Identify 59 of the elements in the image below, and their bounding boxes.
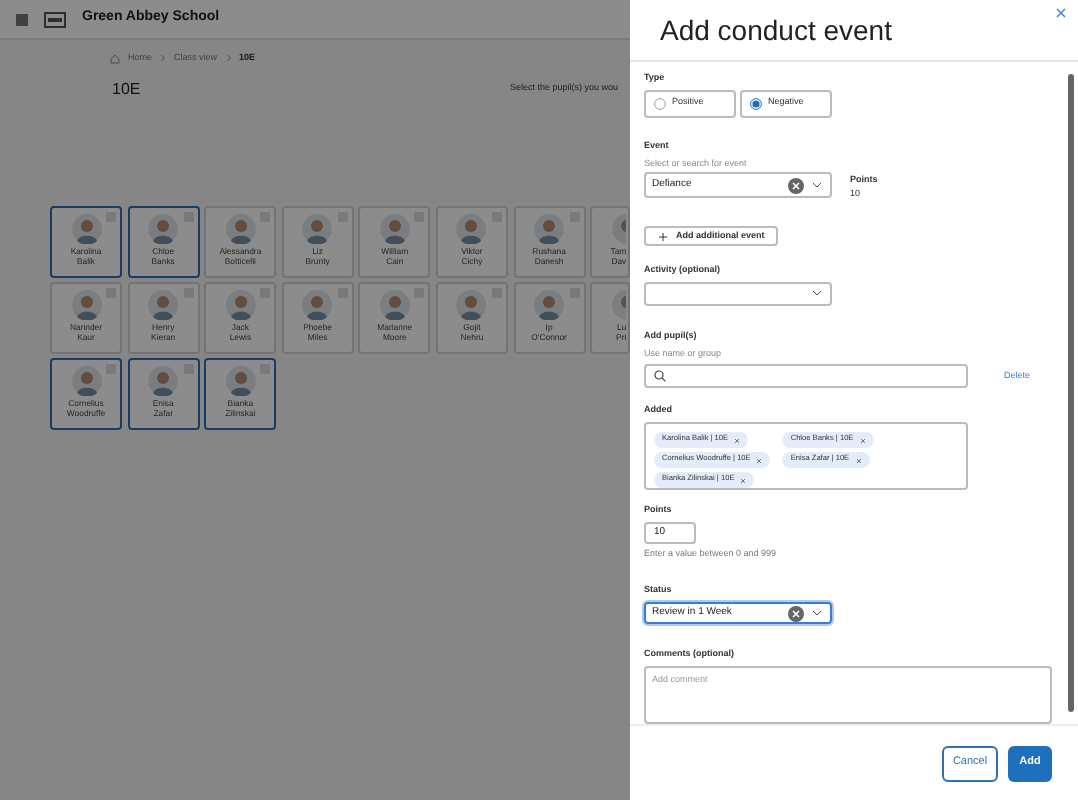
checkbox-icon[interactable] [414, 287, 425, 298]
avatar-icon [225, 365, 256, 396]
checkbox-icon[interactable] [260, 363, 271, 374]
plus-icon [658, 231, 668, 242]
chevron-right-icon [160, 54, 167, 63]
avatar-icon [148, 289, 179, 320]
checkbox-icon[interactable] [569, 287, 580, 298]
logo-icon [44, 11, 66, 27]
search-icon [654, 370, 666, 383]
clear-icon[interactable] [788, 177, 804, 194]
checkbox-icon[interactable] [183, 211, 194, 222]
avatar-icon [225, 213, 256, 244]
avatar-icon [456, 213, 487, 244]
menu-icon[interactable] [16, 13, 28, 25]
chevron-right-icon [225, 54, 232, 63]
select-field[interactable] [644, 282, 832, 306]
chevron-down-icon[interactable] [812, 610, 822, 617]
chevron-down-icon[interactable] [812, 290, 822, 297]
chevron-down-icon[interactable] [812, 182, 822, 189]
avatar-icon [302, 213, 333, 244]
avatar-icon [302, 289, 333, 320]
checkbox-icon[interactable] [337, 211, 348, 222]
remove-icon[interactable] [756, 457, 763, 463]
checkbox-icon[interactable] [491, 211, 502, 222]
checkbox-icon[interactable] [414, 211, 425, 222]
remove-icon[interactable] [855, 457, 862, 463]
scrollbar[interactable] [1068, 74, 1074, 712]
radio-icon[interactable] [750, 97, 762, 110]
avatar-icon [534, 213, 565, 244]
checkbox-icon[interactable] [106, 211, 116, 222]
avatar-icon [71, 365, 101, 396]
close-icon[interactable] [1056, 8, 1066, 18]
clear-icon[interactable] [788, 605, 804, 622]
avatar-icon [148, 213, 179, 244]
checkbox-icon[interactable] [491, 287, 502, 298]
avatar-icon [534, 289, 565, 320]
checkbox-icon[interactable] [260, 211, 271, 222]
avatar-icon [379, 289, 410, 320]
avatar-icon [379, 213, 410, 244]
avatar-icon [71, 289, 101, 320]
class-title: 10E [112, 77, 143, 102]
remove-icon[interactable] [740, 477, 747, 483]
dialog-title: Add conduct event [660, 12, 892, 50]
search-field[interactable] [644, 364, 968, 389]
avatar-icon [225, 289, 256, 320]
remove-icon[interactable] [734, 437, 741, 443]
home-icon[interactable] [110, 53, 120, 64]
avatar-icon [71, 213, 101, 244]
checkbox-icon[interactable] [106, 287, 116, 298]
checkbox-icon[interactable] [569, 211, 580, 222]
checkbox-icon[interactable] [183, 363, 194, 374]
radio-icon[interactable] [654, 97, 666, 110]
checkbox-icon[interactable] [337, 287, 348, 298]
avatar-icon [456, 289, 487, 320]
checkbox-icon[interactable] [183, 287, 194, 298]
checkbox-icon[interactable] [260, 287, 271, 298]
checkbox-icon[interactable] [106, 363, 116, 374]
remove-icon[interactable] [859, 437, 866, 443]
avatar-icon [148, 365, 179, 396]
